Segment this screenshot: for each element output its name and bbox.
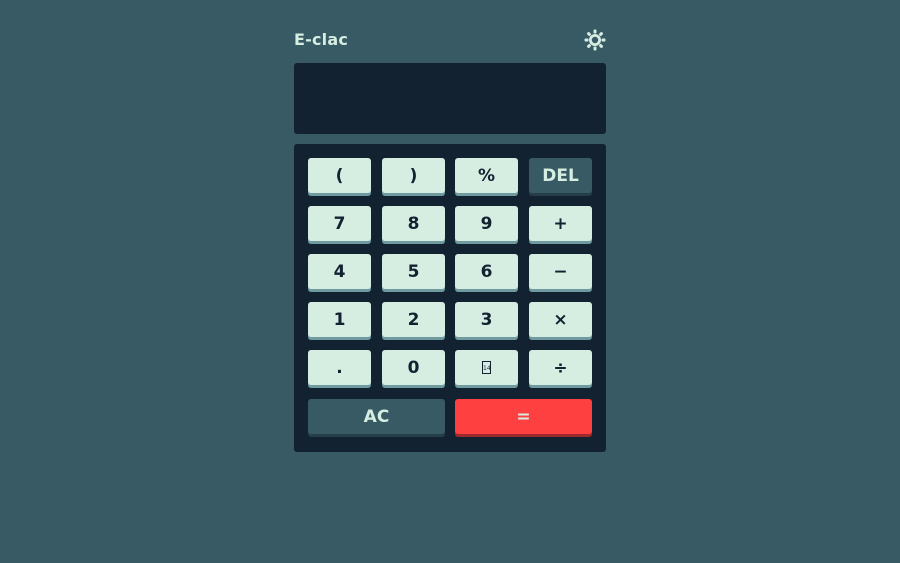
app-title: E-clac bbox=[294, 30, 349, 49]
digit-9-key[interactable]: 9 bbox=[455, 206, 518, 241]
sun-icon[interactable] bbox=[584, 29, 606, 51]
digit-0-key[interactable]: 0 bbox=[382, 350, 445, 385]
digit-3-key[interactable]: 3 bbox=[455, 302, 518, 337]
close-paren-key[interactable]: ) bbox=[382, 158, 445, 193]
digit-6-key[interactable]: 6 bbox=[455, 254, 518, 289]
all-clear-key[interactable]: AC bbox=[308, 399, 445, 434]
square-root-key[interactable]: 14 bbox=[455, 350, 518, 385]
multiply-key[interactable]: × bbox=[529, 302, 592, 337]
missing-glyph-icon: 14 bbox=[482, 361, 491, 374]
digit-8-key[interactable]: 8 bbox=[382, 206, 445, 241]
open-paren-key[interactable]: ( bbox=[308, 158, 371, 193]
keypad: ( ) % DEL 7 8 9 + 4 5 6 − 1 2 3 × . 0 14… bbox=[294, 144, 606, 452]
equals-key[interactable]: = bbox=[455, 399, 592, 434]
decimal-point-key[interactable]: . bbox=[308, 350, 371, 385]
calculator-app: E-clac ( ) % DEL 7 8 9 + 4 5 6 − 1 2 3 ×… bbox=[294, 28, 606, 452]
divide-key[interactable]: ÷ bbox=[529, 350, 592, 385]
display-screen bbox=[294, 63, 606, 134]
minus-key[interactable]: − bbox=[529, 254, 592, 289]
digit-1-key[interactable]: 1 bbox=[308, 302, 371, 337]
digit-4-key[interactable]: 4 bbox=[308, 254, 371, 289]
digit-7-key[interactable]: 7 bbox=[308, 206, 371, 241]
digit-2-key[interactable]: 2 bbox=[382, 302, 445, 337]
digit-5-key[interactable]: 5 bbox=[382, 254, 445, 289]
plus-key[interactable]: + bbox=[529, 206, 592, 241]
delete-key[interactable]: DEL bbox=[529, 158, 592, 193]
header: E-clac bbox=[294, 28, 606, 52]
percent-key[interactable]: % bbox=[455, 158, 518, 193]
